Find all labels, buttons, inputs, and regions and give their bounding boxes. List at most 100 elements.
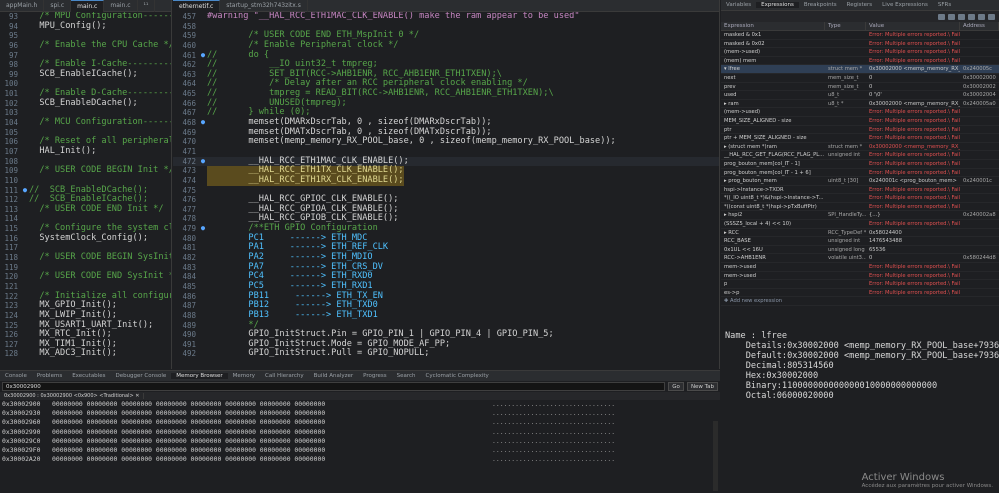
gutter-marker-icon[interactable] xyxy=(21,31,29,41)
expression-row[interactable]: mem->used Error: Multiple errors reported… xyxy=(721,263,999,272)
editor-tab[interactable]: main.c xyxy=(104,0,138,12)
gutter-marker-icon[interactable] xyxy=(21,272,29,282)
expression-row[interactable]: ▸ (struct mem *)ram struct mem * 0x3000200… xyxy=(721,143,999,152)
gutter-marker-icon[interactable] xyxy=(199,108,207,118)
gutter-marker-icon[interactable] xyxy=(199,147,207,157)
debug-tab[interactable]: SFRs xyxy=(933,2,956,8)
memory-scrollbar[interactable] xyxy=(713,421,718,491)
code-line[interactable]: 107 HAL_Init(); xyxy=(0,146,171,157)
gutter-marker-icon[interactable] xyxy=(199,253,207,263)
bottom-tab[interactable]: Memory xyxy=(228,373,260,379)
gutter-marker-icon[interactable] xyxy=(199,176,207,186)
code-line[interactable]: 94 MPU_Config(); xyxy=(0,21,171,32)
gutter-marker-icon[interactable] xyxy=(21,79,29,89)
debug-tab[interactable]: Variables xyxy=(721,2,756,8)
expression-row[interactable]: (mem) mem Error: Multiple errors reported… xyxy=(721,57,999,66)
ethernetif-c-code[interactable]: 457 #warning "__HAL_RCC_ETH1MAC_CLK_ENABL… xyxy=(173,12,719,369)
gutter-marker-icon[interactable] xyxy=(199,99,207,109)
editor-tab[interactable]: ethernetif.c xyxy=(173,0,221,12)
debug-tab[interactable]: Registers xyxy=(842,2,878,8)
bottom-tab[interactable]: Console xyxy=(0,373,32,379)
gutter-marker-icon[interactable] xyxy=(21,128,29,138)
gutter-marker-icon[interactable] xyxy=(21,301,29,311)
code-line[interactable]: 120 /* USER CODE END SysInit */ xyxy=(0,272,171,282)
expression-row[interactable]: masked & 0x1 Error: Multiple errors repor… xyxy=(721,31,999,40)
gutter-marker-icon[interactable] xyxy=(199,41,207,51)
gutter-marker-icon[interactable]: ● xyxy=(199,224,207,234)
expression-row[interactable]: p Error: Multiple errors reported.\ Faile… xyxy=(721,280,999,289)
expression-row[interactable]: prog_bouton_mem[col_IT - 1] Error: Multip… xyxy=(721,160,999,169)
gutter-marker-icon[interactable] xyxy=(199,311,207,321)
expression-row[interactable]: ▸ RCC RCC_TypeDef * 0x58024400 xyxy=(721,229,999,238)
gutter-marker-icon[interactable] xyxy=(199,349,207,359)
expression-row[interactable]: ptr + MEM_SIZE_ALIGNED - size Error: Mult… xyxy=(721,134,999,143)
gutter-marker-icon[interactable] xyxy=(21,12,29,22)
gutter-marker-icon[interactable] xyxy=(21,137,29,147)
expression-row[interactable]: hspi->Instance->TXDR Error: Multiple erro… xyxy=(721,186,999,195)
debug-tab[interactable]: Live Expressions xyxy=(877,2,933,8)
gutter-marker-icon[interactable] xyxy=(21,224,29,234)
gutter-marker-icon[interactable] xyxy=(199,186,207,196)
gutter-marker-icon[interactable] xyxy=(199,321,207,331)
memory-address-input[interactable]: 0x30002900 xyxy=(2,382,666,391)
bottom-tab[interactable]: Call Hierarchy xyxy=(260,373,309,379)
code-line[interactable]: 128 MX_ADC3_Init(); xyxy=(0,349,171,359)
gutter-marker-icon[interactable] xyxy=(21,147,29,157)
code-line[interactable]: 470 memset(memp_memory_RX_POOL_base, 0 ,… xyxy=(173,137,719,147)
ethernetif-c-editor[interactable]: ethernetif.c startup_stm32h743zitx.s 457 #… xyxy=(173,0,720,369)
gutter-marker-icon[interactable] xyxy=(199,22,207,32)
gutter-marker-icon[interactable] xyxy=(199,166,207,176)
gutter-marker-icon[interactable] xyxy=(21,157,29,167)
editor-tab[interactable]: startup_stm32h743zitx.s xyxy=(220,0,308,12)
code-line[interactable]: 113 /* USER CODE END Init */ xyxy=(0,204,171,215)
gutter-marker-icon[interactable] xyxy=(199,31,207,41)
expression-row[interactable]: RCC_BASE unsigned int 1476543488 xyxy=(721,237,999,246)
gutter-marker-icon[interactable] xyxy=(21,60,29,70)
expression-row[interactable]: (SSSZ5_local + 4) << 10) Error: Multiple … xyxy=(721,220,999,229)
gutter-marker-icon[interactable] xyxy=(21,70,29,80)
gutter-marker-icon[interactable] xyxy=(21,263,29,273)
gutter-marker-icon[interactable] xyxy=(199,128,207,138)
code-line[interactable]: 116 SystemClock_Config(); xyxy=(0,233,171,244)
gutter-marker-icon[interactable] xyxy=(199,330,207,340)
gutter-marker-icon[interactable] xyxy=(199,195,207,205)
expression-row[interactable]: RCC->AHB1ENR volatile uint3... 0 0x580244d8 xyxy=(721,254,999,264)
expression-row[interactable]: ptr Error: Multiple errors reported.\ Fai… xyxy=(721,126,999,135)
gutter-marker-icon[interactable] xyxy=(21,205,29,215)
expression-row[interactable]: mem->used Error: Multiple errors reported… xyxy=(721,272,999,281)
bottom-tab[interactable]: Progress xyxy=(358,373,391,379)
view-menu-icon[interactable] xyxy=(988,13,995,20)
expression-row[interactable]: ▾ lfree struct mem * 0x30002000 <memp_memo… xyxy=(721,65,999,74)
gutter-marker-icon[interactable] xyxy=(21,51,29,61)
expression-row[interactable]: *((_IO uint8_t *)&(hspi->Instance->T... E… xyxy=(721,194,999,203)
gutter-marker-icon[interactable]: ● xyxy=(199,157,207,167)
gutter-marker-icon[interactable] xyxy=(199,340,207,350)
gutter-marker-icon[interactable] xyxy=(199,12,207,22)
gutter-marker-icon[interactable] xyxy=(199,263,207,273)
expression-row[interactable]: (mem->used) Error: Multiple errors report… xyxy=(721,48,999,57)
bottom-tab[interactable]: Memory Browser xyxy=(171,373,228,379)
expression-row[interactable]: __HAL_RCC_GET_FLAG(RCC_FLAG_PL... unsigne… xyxy=(721,151,999,160)
memory-row[interactable]: 0x300029F0 00000000 00000000 00000000 000… xyxy=(0,446,720,455)
bottom-tab[interactable]: Executables xyxy=(67,373,110,379)
expression-row[interactable]: ▸ prog_bouton_mem uint8_t [30] 0x240001c <… xyxy=(721,177,999,186)
editor-tab[interactable]: spi.c xyxy=(44,0,72,12)
gutter-marker-icon[interactable] xyxy=(199,272,207,282)
expression-row[interactable]: prev mem_size_t 0 0x30002002 xyxy=(721,83,999,92)
gutter-marker-icon[interactable] xyxy=(199,234,207,244)
select-all-icon[interactable] xyxy=(948,13,955,20)
gutter-marker-icon[interactable]: ● xyxy=(199,118,207,128)
bottom-tab[interactable]: Problems xyxy=(32,373,67,379)
code-line[interactable]: 118 /* USER CODE BEGIN SysInit */ xyxy=(0,252,171,263)
collapse-all-icon[interactable] xyxy=(938,13,945,20)
memory-row[interactable]: 0x30002930 00000000 00000000 00000000 000… xyxy=(0,409,720,418)
expression-row[interactable]: (mem->used) Error: Multiple errors report… xyxy=(721,108,999,117)
code-line[interactable]: 474 __HAL_RCC_ETH1RX_CLK_ENABLE(); xyxy=(173,175,719,186)
gutter-marker-icon[interactable] xyxy=(21,234,29,244)
col-value[interactable]: Value xyxy=(866,21,960,31)
expression-row[interactable]: es->p Error: Multiple errors reported.\ F… xyxy=(721,289,999,298)
code-line[interactable]: 99 SCB_EnableICache(); xyxy=(0,69,171,80)
gutter-marker-icon[interactable] xyxy=(21,321,29,331)
gutter-marker-icon[interactable] xyxy=(199,60,207,70)
remove-expression-icon[interactable] xyxy=(968,13,975,20)
